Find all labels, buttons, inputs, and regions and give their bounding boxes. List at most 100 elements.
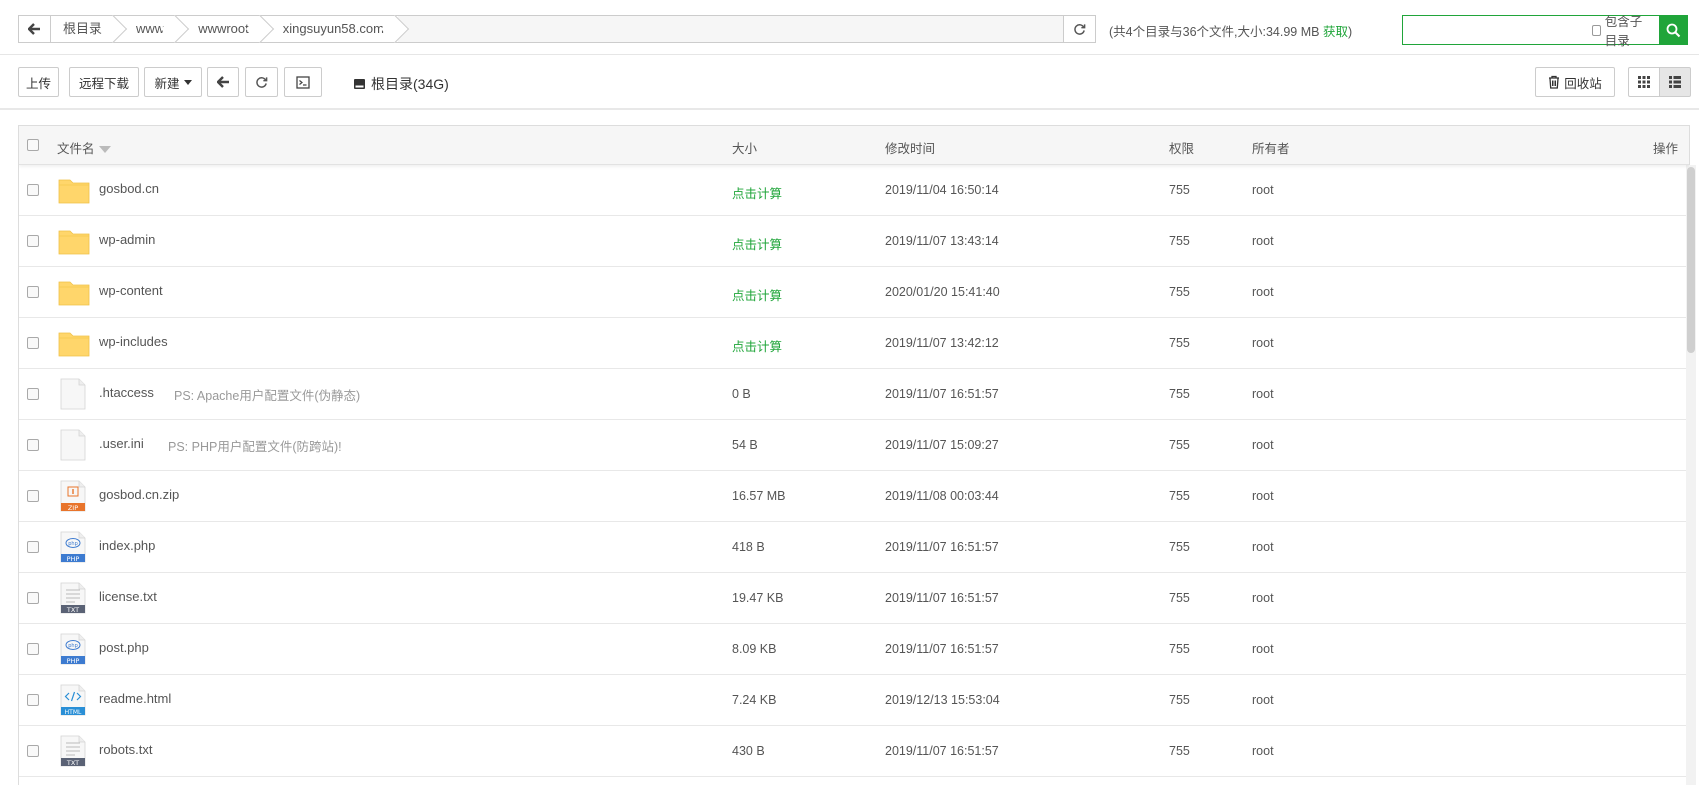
file-owner[interactable]: root <box>1252 744 1274 758</box>
calculate-size-link[interactable]: 点击计算 <box>732 285 782 304</box>
include-subdir-checkbox[interactable]: 包含子目录 <box>1592 15 1659 48</box>
file-permission[interactable]: 755 <box>1169 642 1190 656</box>
table-row[interactable]: php PHP post.php 8.09 KB 2019/11/07 16:51:57… <box>19 624 1689 675</box>
file-name[interactable]: .user.ini <box>99 436 144 451</box>
table-row[interactable]: TXT robots.txt 430 B 2019/11/07 16:51:57 755… <box>19 726 1689 777</box>
php-file-icon[interactable]: php PHP <box>57 531 91 563</box>
path-refresh-button[interactable] <box>1063 16 1095 42</box>
file-owner[interactable]: root <box>1252 336 1274 350</box>
file-icon[interactable] <box>57 429 91 461</box>
table-row[interactable]: TXT license.txt 19.47 KB 2019/11/07 16:51:5… <box>19 573 1689 624</box>
file-permission[interactable]: 755 <box>1169 183 1190 197</box>
file-name[interactable]: post.php <box>99 640 149 655</box>
file-name[interactable]: wp-admin <box>99 232 155 247</box>
row-checkbox[interactable] <box>27 643 39 655</box>
file-owner[interactable]: root <box>1252 387 1274 401</box>
text-file-icon[interactable]: TXT <box>57 582 91 614</box>
file-permission[interactable]: 755 <box>1169 438 1190 452</box>
file-icon[interactable] <box>57 378 91 410</box>
file-owner[interactable]: root <box>1252 693 1274 707</box>
table-row[interactable]: wp-content 点击计算 2020/01/20 15:41:40 755 root <box>19 267 1689 318</box>
header-size[interactable]: 大小 <box>732 138 757 157</box>
scrollbar[interactable] <box>1686 165 1696 785</box>
table-row[interactable]: gosbod.cn 点击计算 2019/11/04 16:50:14 755 root <box>19 165 1689 216</box>
scrollbar-thumb[interactable] <box>1687 167 1695 353</box>
path-back-button[interactable] <box>19 16 51 42</box>
header-mtime[interactable]: 修改时间 <box>885 138 935 157</box>
file-name[interactable]: wp-includes <box>99 334 168 349</box>
breadcrumb-item[interactable]: wwwroot <box>178 16 263 42</box>
row-checkbox[interactable] <box>27 592 39 604</box>
path-input-area[interactable] <box>397 16 1063 42</box>
row-checkbox[interactable] <box>27 184 39 196</box>
file-owner[interactable]: root <box>1252 489 1274 503</box>
new-dropdown-button[interactable]: 新建 <box>144 67 202 97</box>
calculate-size-link[interactable]: 点击计算 <box>732 234 782 253</box>
upload-button[interactable]: 上传 <box>18 67 59 97</box>
row-checkbox[interactable] <box>27 490 39 502</box>
file-owner[interactable]: root <box>1252 285 1274 299</box>
row-checkbox[interactable] <box>27 337 39 349</box>
file-permission[interactable]: 755 <box>1169 489 1190 503</box>
row-checkbox[interactable] <box>27 694 39 706</box>
select-all-checkbox[interactable] <box>27 139 39 151</box>
search-input[interactable] <box>1403 16 1592 44</box>
icon-view-button[interactable] <box>1628 67 1660 97</box>
folder-icon[interactable] <box>57 276 91 308</box>
file-name[interactable]: gosbod.cn <box>99 181 159 196</box>
list-view-button[interactable] <box>1659 67 1691 97</box>
file-permission[interactable]: 755 <box>1169 540 1190 554</box>
file-permission[interactable]: 755 <box>1169 336 1190 350</box>
file-name[interactable]: readme.html <box>99 691 171 706</box>
file-owner[interactable]: root <box>1252 183 1274 197</box>
breadcrumb-item[interactable]: 根目录 <box>51 16 116 42</box>
file-name[interactable]: license.txt <box>99 589 157 604</box>
table-row[interactable]: ZIP gosbod.cn.zip 16.57 MB 2019/11/08 00:03… <box>19 471 1689 522</box>
folder-icon[interactable] <box>57 174 91 206</box>
breadcrumb-item[interactable]: xingsuyun58.com <box>263 16 398 42</box>
table-row[interactable]: HTML readme.html 7.24 KB 2019/12/13 15:53:0… <box>19 675 1689 726</box>
table-row[interactable]: wp-admin 点击计算 2019/11/07 13:43:14 755 root <box>19 216 1689 267</box>
back-button[interactable] <box>207 67 239 97</box>
terminal-button[interactable] <box>284 67 322 97</box>
file-owner[interactable]: root <box>1252 591 1274 605</box>
table-row[interactable]: php PHP index.php 418 B 2019/11/07 16:51:57 7… <box>19 522 1689 573</box>
file-owner[interactable]: root <box>1252 540 1274 554</box>
file-name[interactable]: robots.txt <box>99 742 152 757</box>
refresh-button[interactable] <box>245 67 278 97</box>
file-owner[interactable]: root <box>1252 438 1274 452</box>
file-name[interactable]: .htaccess <box>99 385 154 400</box>
row-checkbox[interactable] <box>27 388 39 400</box>
file-permission[interactable]: 755 <box>1169 693 1190 707</box>
file-permission[interactable]: 755 <box>1169 591 1190 605</box>
text-file-icon[interactable]: TXT <box>57 735 91 767</box>
row-checkbox[interactable] <box>27 541 39 553</box>
file-permission[interactable]: 755 <box>1169 234 1190 248</box>
row-checkbox[interactable] <box>27 745 39 757</box>
calculate-size-link[interactable]: 点击计算 <box>732 183 782 202</box>
row-checkbox[interactable] <box>27 286 39 298</box>
disk-indicator[interactable]: 根目录(34G) <box>353 74 449 94</box>
search-button[interactable] <box>1659 16 1687 44</box>
header-permission[interactable]: 权限 <box>1169 138 1194 157</box>
file-name[interactable]: index.php <box>99 538 155 553</box>
file-permission[interactable]: 755 <box>1169 285 1190 299</box>
file-owner[interactable]: root <box>1252 234 1274 248</box>
row-checkbox[interactable] <box>27 235 39 247</box>
file-owner[interactable]: root <box>1252 642 1274 656</box>
folder-icon[interactable] <box>57 225 91 257</box>
file-name[interactable]: wp-content <box>99 283 163 298</box>
file-name[interactable]: gosbod.cn.zip <box>99 487 179 502</box>
calculate-size-link[interactable]: 点击计算 <box>732 336 782 355</box>
header-owner[interactable]: 所有者 <box>1252 138 1290 157</box>
file-permission[interactable]: 755 <box>1169 387 1190 401</box>
html-file-icon[interactable]: HTML <box>57 684 91 716</box>
folder-icon[interactable] <box>57 327 91 359</box>
file-permission[interactable]: 755 <box>1169 744 1190 758</box>
fetch-size-link[interactable]: 获取 <box>1323 25 1348 39</box>
table-row[interactable]: .htaccess PS: Apache用户配置文件(伪静态) 0 B 2019/11… <box>19 369 1689 420</box>
row-checkbox[interactable] <box>27 439 39 451</box>
remote-download-button[interactable]: 远程下载 <box>69 67 139 97</box>
php-file-icon[interactable]: php PHP <box>57 633 91 665</box>
header-filename[interactable]: 文件名 <box>57 138 111 157</box>
